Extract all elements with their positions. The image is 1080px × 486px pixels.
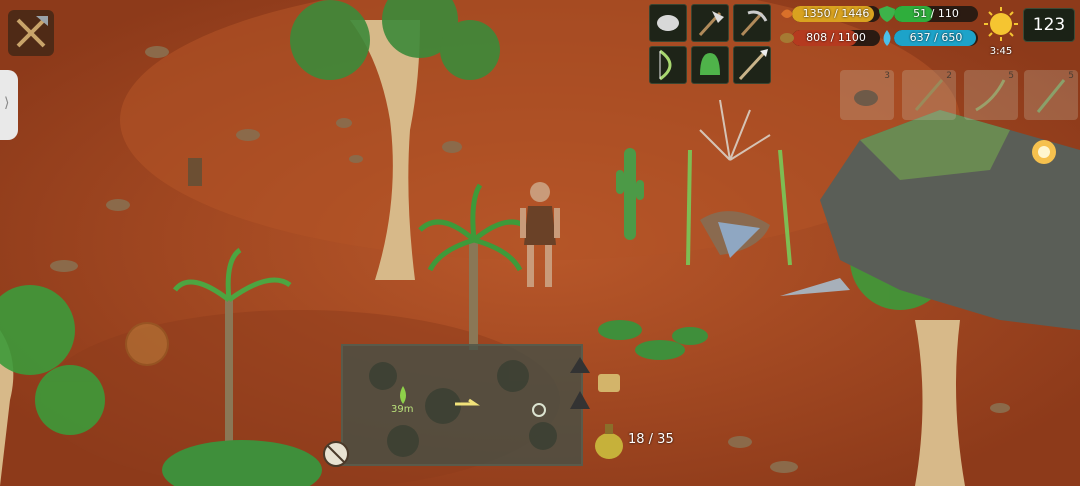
sun-icon bbox=[984, 7, 1018, 41]
quickbar-slot-bow[interactable]: 5 bbox=[964, 70, 1018, 120]
equip-slot-axe[interactable] bbox=[691, 4, 729, 42]
gourd-icon[interactable] bbox=[592, 420, 626, 460]
quickbar-slot-stick[interactable]: 2 bbox=[902, 70, 956, 120]
meat-icon bbox=[780, 33, 794, 43]
no-entry-icon[interactable] bbox=[322, 440, 350, 468]
map-zoom-icons[interactable] bbox=[568, 355, 592, 411]
water-bar: 637 / 650 bbox=[894, 30, 978, 46]
movement-joystick[interactable] bbox=[125, 322, 169, 366]
quickbar-slot-stone[interactable]: 3 bbox=[840, 70, 894, 120]
chevron-right-icon: ⟩ bbox=[4, 95, 10, 111]
crossed-tools-icon bbox=[16, 16, 48, 48]
item-count: 3 bbox=[884, 71, 890, 81]
quickbar-slot-spear[interactable]: 5 bbox=[1024, 70, 1078, 120]
quickbar: 3 2 5 5 bbox=[840, 70, 1080, 124]
map-scroll-icon[interactable] bbox=[594, 368, 624, 398]
equipment-grid bbox=[649, 4, 773, 86]
day-counter: 123 bbox=[1023, 8, 1075, 42]
waypoint-distance: 39m bbox=[391, 404, 414, 415]
shield-icon bbox=[879, 6, 895, 22]
armor-bar: 51 / 110 bbox=[894, 6, 978, 22]
food-bar: 808 / 1100 bbox=[792, 30, 880, 46]
health-bar: 1350 / 1446 bbox=[792, 6, 880, 22]
food-value: 808 / 1100 bbox=[806, 31, 866, 44]
equip-slot-spear[interactable] bbox=[733, 46, 771, 84]
day-time-indicator: 3:45 bbox=[983, 6, 1019, 64]
stats-panel: 1350 / 1446 808 / 1100 51 / 110 637 / 65… bbox=[778, 6, 978, 54]
side-menu-tab[interactable]: ⟩ bbox=[0, 70, 18, 140]
backpack-capacity: 18 / 35 bbox=[628, 432, 674, 447]
crafting-button[interactable] bbox=[8, 10, 54, 56]
water-drop-icon bbox=[883, 30, 891, 46]
health-value: 1350 / 1446 bbox=[802, 7, 870, 20]
waypoint-icon bbox=[400, 386, 406, 404]
heart-arm-icon bbox=[781, 9, 793, 18]
item-count: 2 bbox=[946, 71, 952, 81]
minimap[interactable]: 39m bbox=[341, 344, 583, 466]
water-value: 637 / 650 bbox=[909, 31, 963, 44]
item-count: 5 bbox=[1068, 71, 1074, 81]
armor-value: 51 / 110 bbox=[913, 7, 959, 20]
equip-slot-pickaxe[interactable] bbox=[733, 4, 771, 42]
equip-slot-helmet[interactable] bbox=[691, 46, 729, 84]
item-count: 5 bbox=[1008, 71, 1014, 81]
equip-slot-bow[interactable] bbox=[649, 46, 687, 84]
time-label: 3:45 bbox=[989, 46, 1013, 57]
equip-slot-stone[interactable] bbox=[649, 4, 687, 42]
